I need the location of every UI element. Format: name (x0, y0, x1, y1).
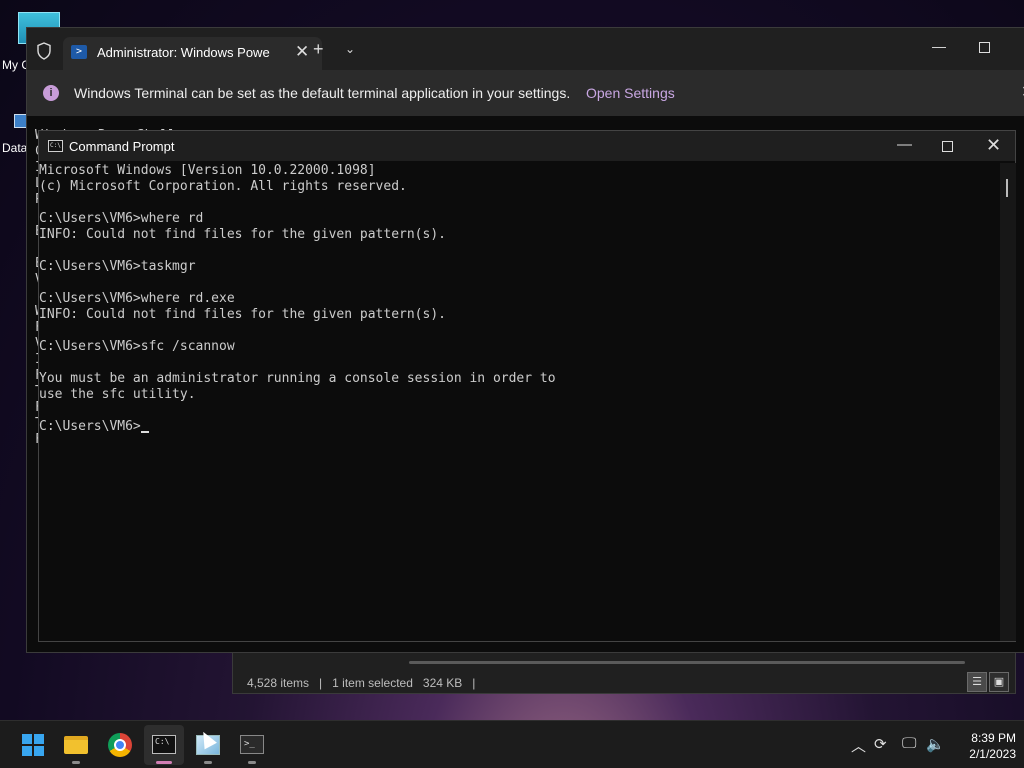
cmd-title-bar[interactable]: C:\ Command Prompt — ✕ (39, 131, 1015, 161)
console-line: (c) Microsoft Corporation. All rights re… (39, 179, 407, 194)
console-line: Microsoft Windows [Version 10.0.22000.10… (39, 163, 376, 178)
chevron-down-icon[interactable]: ⌄ (345, 42, 355, 56)
running-indicator (72, 761, 80, 764)
volume-icon[interactable]: 🔈 (926, 735, 945, 753)
info-message: Windows Terminal can be set as the defau… (74, 85, 571, 101)
new-tab-button[interactable]: + (313, 39, 324, 60)
running-indicator (156, 761, 172, 764)
console-line: INFO: Could not find files for the given… (39, 227, 446, 242)
info-icon: i (43, 85, 59, 101)
running-indicator (204, 761, 212, 764)
console-line: C:\Users\VM6>where rd (39, 211, 204, 226)
chrome-icon (108, 733, 132, 757)
network-icon[interactable]: 🖵 (902, 735, 916, 752)
selection-size: 324 KB (422, 676, 463, 690)
console-prompt-line[interactable]: C:\Users\VM6> (39, 419, 999, 435)
cmd-close-button[interactable]: ✕ (986, 135, 1001, 156)
text-cursor (140, 431, 149, 433)
tab-powershell[interactable]: > Administrator: Windows Powe ✕ (63, 37, 322, 70)
horizontal-scrollbar[interactable] (409, 661, 965, 664)
shield-icon (37, 42, 51, 60)
console-line: C:\Users\VM6>taskmgr (39, 259, 196, 274)
cmd-maximize-button[interactable] (942, 141, 953, 152)
status-bar: 4,528 items | 1 item selected 324 KB | (247, 676, 475, 690)
vertical-scrollbar[interactable] (1000, 163, 1016, 641)
scrollbar-thumb[interactable] (1006, 179, 1008, 197)
cmd-icon: C:\ (152, 735, 176, 754)
cmd-minimize-button[interactable]: — (897, 136, 912, 153)
cmd-icon: C:\ (48, 140, 63, 152)
minimize-button[interactable]: — (932, 38, 946, 54)
console-line: INFO: Could not find files for the given… (39, 307, 446, 322)
console-line: use the sfc utility. (39, 387, 196, 402)
maximize-button[interactable] (979, 42, 990, 53)
chevron-up-icon[interactable]: ︿ (851, 735, 866, 756)
console-line: You must be an administrator running a c… (39, 371, 556, 386)
sync-icon[interactable]: ⟳ (874, 735, 887, 753)
details-view-button[interactable]: ☰ (967, 672, 987, 692)
taskbar-command-prompt[interactable]: C:\ (144, 725, 184, 765)
item-count: 4,528 items (247, 676, 310, 690)
large-icons-view-button[interactable]: ▣ (989, 672, 1009, 692)
folder-icon (64, 736, 88, 754)
console-line: C:\Users\VM6>sfc /scannow (39, 339, 235, 354)
open-settings-link[interactable]: Open Settings (586, 85, 675, 101)
taskbar-file-explorer[interactable] (56, 725, 96, 765)
selection-status: 1 item selected (332, 676, 413, 690)
cmd-window-title: Command Prompt (69, 139, 175, 154)
tab-bar: > Administrator: Windows Powe ✕ + ⌄ — (27, 28, 1024, 70)
close-tab-icon[interactable]: ✕ (295, 42, 309, 62)
start-button[interactable] (12, 725, 52, 765)
taskbar-chrome[interactable] (100, 725, 140, 765)
console-prompt: C:\Users\VM6> (39, 419, 141, 434)
console-output[interactable]: Microsoft Windows [Version 10.0.22000.10… (39, 163, 999, 435)
terminal-icon: >_ (240, 735, 264, 754)
clock[interactable]: 8:39 PM 2/1/2023 (950, 730, 1016, 762)
command-prompt-window[interactable]: C:\ Command Prompt — ✕ Microsoft Windows… (38, 130, 1016, 642)
clock-time: 8:39 PM (971, 731, 1016, 745)
console-line: C:\Users\VM6>where rd.exe (39, 291, 235, 306)
powershell-icon: > (71, 45, 87, 59)
clock-date: 2/1/2023 (969, 747, 1016, 761)
info-bar: i Windows Terminal can be set as the def… (27, 70, 1024, 116)
status-separator: | (472, 676, 476, 690)
taskbar-windows-terminal[interactable]: >_ (232, 725, 272, 765)
status-separator: | (319, 676, 323, 690)
running-indicator (248, 761, 256, 764)
taskbar: C:\ >_ ︿ ⟳ 🖵 🔈 8:39 PM 2/1/2023 (0, 720, 1024, 768)
windows-logo-icon (22, 734, 44, 756)
tab-title: Administrator: Windows Powe (97, 45, 270, 60)
